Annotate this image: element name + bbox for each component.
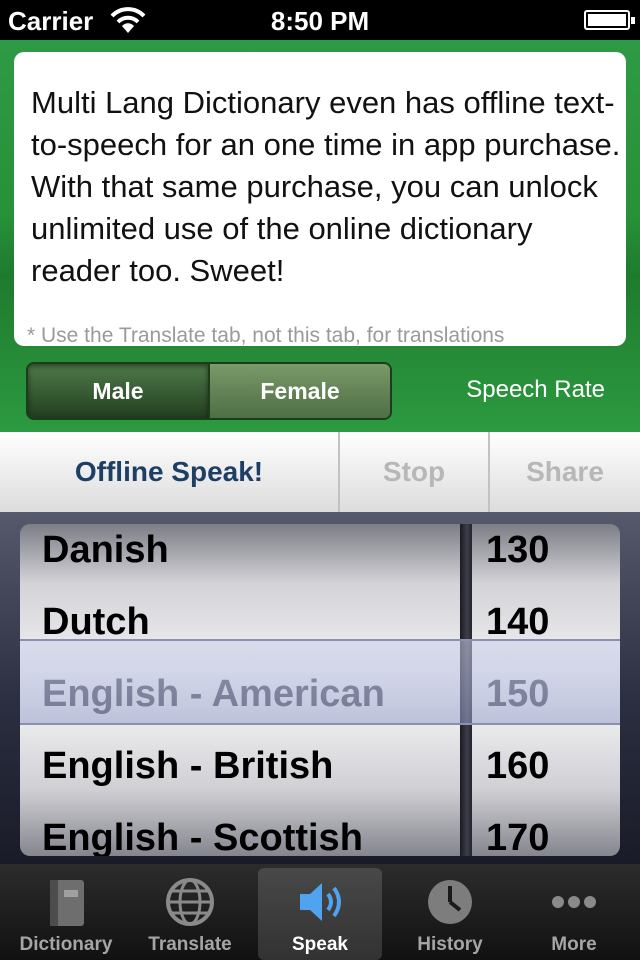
rate-option-150[interactable]: 150 xyxy=(472,658,620,730)
language-rate-picker: Danish Dutch English - American English … xyxy=(0,512,640,864)
speak-header: Multi Lang Dictionary even has offline t… xyxy=(0,40,640,432)
stop-button[interactable]: Stop xyxy=(340,432,490,512)
language-option-danish[interactable]: Danish xyxy=(20,524,462,586)
tab-more[interactable]: More xyxy=(512,864,636,960)
language-option-english-scottish[interactable]: English - Scottish xyxy=(20,802,462,856)
offline-speak-button[interactable]: Offline Speak! xyxy=(0,432,340,512)
clock-time: 8:50 PM xyxy=(270,6,370,36)
speech-toolbar: Offline Speak! Stop Share xyxy=(0,432,640,512)
language-option-dutch[interactable]: Dutch xyxy=(20,586,462,658)
share-button[interactable]: Share xyxy=(490,432,640,512)
speech-text-area[interactable]: Multi Lang Dictionary even has offline t… xyxy=(14,52,626,347)
speech-rate-label: Speech Rate xyxy=(466,376,605,403)
language-wheel[interactable]: Danish Dutch English - American English … xyxy=(20,524,462,856)
tab-more-label: More xyxy=(551,934,597,955)
tab-history[interactable]: History xyxy=(388,864,512,960)
clock-icon xyxy=(428,880,472,924)
tab-dictionary[interactable]: Dictionary xyxy=(4,864,128,960)
status-bar: Carrier 8:50 PM xyxy=(0,0,640,40)
tab-translate[interactable]: Translate xyxy=(128,864,252,960)
translate-hint: * Use the Translate tab, not this tab, f… xyxy=(27,324,505,347)
tab-speak-label: Speak xyxy=(292,934,348,955)
more-dots-icon xyxy=(552,896,596,908)
tab-history-label: History xyxy=(417,934,483,955)
voice-female-segment[interactable]: Female xyxy=(208,364,390,418)
rate-wheel[interactable]: 130 140 150 160 170 xyxy=(472,524,620,856)
tab-dictionary-label: Dictionary xyxy=(19,934,113,955)
language-option-english-american[interactable]: English - American xyxy=(20,658,462,730)
voice-male-segment[interactable]: Male xyxy=(28,364,208,418)
tab-speak[interactable]: Speak xyxy=(258,868,382,960)
voice-gender-segmented-control: Male Female xyxy=(26,362,392,420)
rate-option-170[interactable]: 170 xyxy=(472,802,620,856)
tab-translate-label: Translate xyxy=(148,934,232,955)
speech-text: Multi Lang Dictionary even has offline t… xyxy=(31,85,621,288)
speaker-icon xyxy=(300,883,341,921)
rate-option-140[interactable]: 140 xyxy=(472,586,620,658)
language-option-english-british[interactable]: English - British xyxy=(20,730,462,802)
battery-icon xyxy=(584,10,635,30)
rate-option-130[interactable]: 130 xyxy=(472,524,620,586)
book-icon xyxy=(50,880,84,926)
tab-bar: Dictionary Translate Speak History More xyxy=(0,864,640,960)
rate-option-160[interactable]: 160 xyxy=(472,730,620,802)
globe-icon xyxy=(166,878,214,926)
